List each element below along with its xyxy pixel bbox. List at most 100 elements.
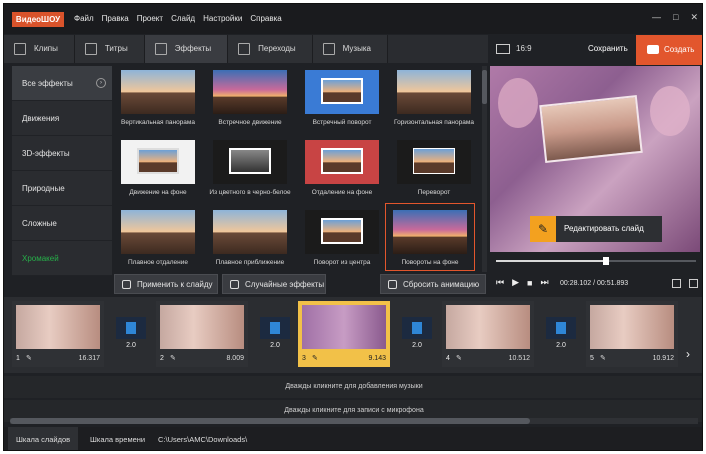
transition-icon bbox=[260, 317, 290, 339]
tab-music[interactable]: Музыка bbox=[312, 35, 388, 63]
clip-thumbnail bbox=[590, 305, 674, 349]
effect-thumbnail bbox=[213, 210, 287, 254]
apply-to-slide-button[interactable]: Применить к слайду bbox=[114, 274, 218, 294]
play-icon[interactable]: ▶ bbox=[512, 277, 519, 288]
title-bar: ВидеоШОУ Файл Правка Проект Слайд Настро… bbox=[4, 4, 702, 34]
effect-thumbnail bbox=[213, 70, 287, 114]
effect-thumbnail bbox=[305, 210, 379, 254]
category-3d[interactable]: 3D-эффекты bbox=[12, 136, 112, 171]
transitions-icon bbox=[238, 43, 251, 55]
close-button[interactable]: ✕ bbox=[690, 12, 698, 23]
effect-item-selected[interactable]: Повороты на фоне bbox=[385, 203, 475, 271]
timeline-clip-selected[interactable]: 3 ✎ 9.143 bbox=[298, 301, 390, 367]
tab-titles[interactable]: Титры bbox=[74, 35, 145, 63]
effect-categories: Все эффекты › Движения 3D-эффекты Природн… bbox=[12, 66, 112, 276]
effects-scrollbar[interactable] bbox=[482, 66, 487, 272]
menu-project[interactable]: Проект bbox=[137, 14, 163, 23]
music-icon bbox=[322, 43, 335, 55]
transport-controls: ⏮ ▶ ■ ⏭ bbox=[496, 277, 549, 288]
menu-edit[interactable]: Правка bbox=[102, 14, 129, 23]
timeline-clip[interactable]: 4 ✎ 10.512 bbox=[442, 301, 534, 367]
magic-wand-icon bbox=[154, 43, 167, 55]
reset-animation-button[interactable]: Сбросить анимацию bbox=[380, 274, 486, 294]
tab-effects[interactable]: Эффекты bbox=[144, 35, 229, 63]
pencil-icon[interactable]: ✎ bbox=[26, 354, 32, 362]
category-nature[interactable]: Природные bbox=[12, 171, 112, 206]
effect-item[interactable]: Плавное отдаление bbox=[114, 210, 202, 266]
menu-settings[interactable]: Настройки bbox=[203, 14, 242, 23]
edit-slide-button[interactable]: ✎ Редактировать слайд bbox=[530, 216, 662, 242]
random-effects-button[interactable]: Случайные эффекты bbox=[222, 274, 326, 294]
effect-item[interactable]: Из цветного в черно-белое bbox=[206, 140, 294, 196]
monitor-icon bbox=[496, 44, 510, 54]
reset-icon bbox=[388, 280, 397, 289]
transition-icon bbox=[402, 317, 432, 339]
next-icon[interactable]: ⏭ bbox=[540, 277, 548, 288]
effect-item[interactable]: Переворот bbox=[390, 140, 478, 196]
text-icon bbox=[84, 43, 97, 55]
transition-item[interactable]: 2.0 bbox=[260, 317, 290, 357]
slide-timeline: 1 ✎ 16.317 2.0 2 ✎ 8.009 2.0 3 ✎ 9.143 2.0 4 ✎ 1… bbox=[4, 297, 702, 373]
fullscreen-icon[interactable] bbox=[689, 279, 698, 288]
minimize-button[interactable]: — bbox=[652, 12, 661, 23]
timeline-clip[interactable]: 1 ✎ 16.317 bbox=[12, 301, 104, 367]
music-track[interactable]: Дважды кликните для добавления музыки bbox=[4, 376, 702, 398]
effect-thumbnail bbox=[305, 70, 379, 114]
menu-slide[interactable]: Слайд bbox=[171, 14, 195, 23]
timeline-scrollbar[interactable] bbox=[10, 418, 698, 424]
effect-item[interactable]: Вертикальная панорама bbox=[114, 70, 202, 126]
tab-slide-timeline[interactable]: Шкала слайдов bbox=[8, 427, 79, 450]
pencil-icon[interactable]: ✎ bbox=[170, 354, 176, 362]
tab-transitions[interactable]: Переходы bbox=[228, 35, 313, 63]
pencil-icon[interactable]: ✎ bbox=[456, 354, 462, 362]
effect-item[interactable]: Горизонтальная панорама bbox=[390, 70, 478, 126]
menu-file[interactable]: Файл bbox=[74, 14, 94, 23]
effect-item[interactable]: Движение на фоне bbox=[114, 140, 202, 196]
project-path: C:\Users\AMC\Downloads\ bbox=[158, 435, 248, 444]
transition-item[interactable]: 2.0 bbox=[116, 317, 146, 357]
menu-help[interactable]: Справка bbox=[250, 14, 281, 23]
transition-icon bbox=[546, 317, 576, 339]
snapshot-icon[interactable] bbox=[672, 279, 681, 288]
pencil-icon[interactable]: ✎ bbox=[600, 354, 606, 362]
aspect-ratio-selector[interactable]: 16:9 bbox=[496, 35, 532, 63]
effect-thumbnail bbox=[121, 210, 195, 254]
effect-thumbnail bbox=[305, 140, 379, 184]
previous-icon[interactable]: ⏮ bbox=[496, 277, 504, 288]
tab-clips[interactable]: Клипы bbox=[4, 35, 75, 63]
category-complex[interactable]: Сложные bbox=[12, 206, 112, 241]
slider-knob[interactable] bbox=[603, 257, 609, 265]
pencil-icon[interactable]: ✎ bbox=[312, 354, 318, 362]
category-chromakey[interactable]: Хромакей bbox=[12, 241, 112, 276]
chevron-right-icon[interactable]: › bbox=[686, 347, 690, 361]
clip-thumbnail bbox=[446, 305, 530, 349]
timeline-clip[interactable]: 5 ✎ 10.912 bbox=[586, 301, 678, 367]
category-all[interactable]: Все эффекты › bbox=[12, 66, 112, 101]
effects-grid: Вертикальная панорама Встречное движение… bbox=[114, 66, 482, 272]
window-controls: — □ ✕ bbox=[652, 12, 698, 23]
save-button[interactable]: Сохранить bbox=[588, 44, 628, 53]
effect-item[interactable]: Поворот из центра bbox=[298, 210, 386, 266]
effect-thumbnail bbox=[397, 70, 471, 114]
tab-time-timeline[interactable]: Шкала времени bbox=[82, 427, 153, 450]
maximize-button[interactable]: □ bbox=[673, 12, 678, 23]
effect-thumbnail bbox=[213, 140, 287, 184]
app-logo: ВидеоШОУ bbox=[12, 12, 64, 27]
transition-item[interactable]: 2.0 bbox=[546, 317, 576, 357]
timeline-clip[interactable]: 2 ✎ 8.009 bbox=[156, 301, 248, 367]
video-camera-icon bbox=[647, 45, 659, 54]
create-button[interactable]: Создать bbox=[636, 35, 702, 65]
transition-item[interactable]: 2.0 bbox=[402, 317, 432, 357]
status-bar: Шкала слайдов Шкала времени C:\Users\AMC… bbox=[4, 427, 702, 450]
preview-photo bbox=[539, 95, 643, 163]
stop-icon[interactable]: ■ bbox=[527, 278, 532, 288]
effect-item[interactable]: Плавное приближение bbox=[206, 210, 294, 266]
effect-item[interactable]: Встречный поворот bbox=[298, 70, 386, 126]
effect-item[interactable]: Встречное движение bbox=[206, 70, 294, 126]
category-motion[interactable]: Движения bbox=[12, 101, 112, 136]
clip-thumbnail bbox=[160, 305, 244, 349]
effect-thumbnail bbox=[393, 210, 467, 254]
player-extra bbox=[672, 279, 698, 288]
effect-item[interactable]: Отдаление на фоне bbox=[298, 140, 386, 196]
playback-slider[interactable] bbox=[496, 257, 696, 265]
